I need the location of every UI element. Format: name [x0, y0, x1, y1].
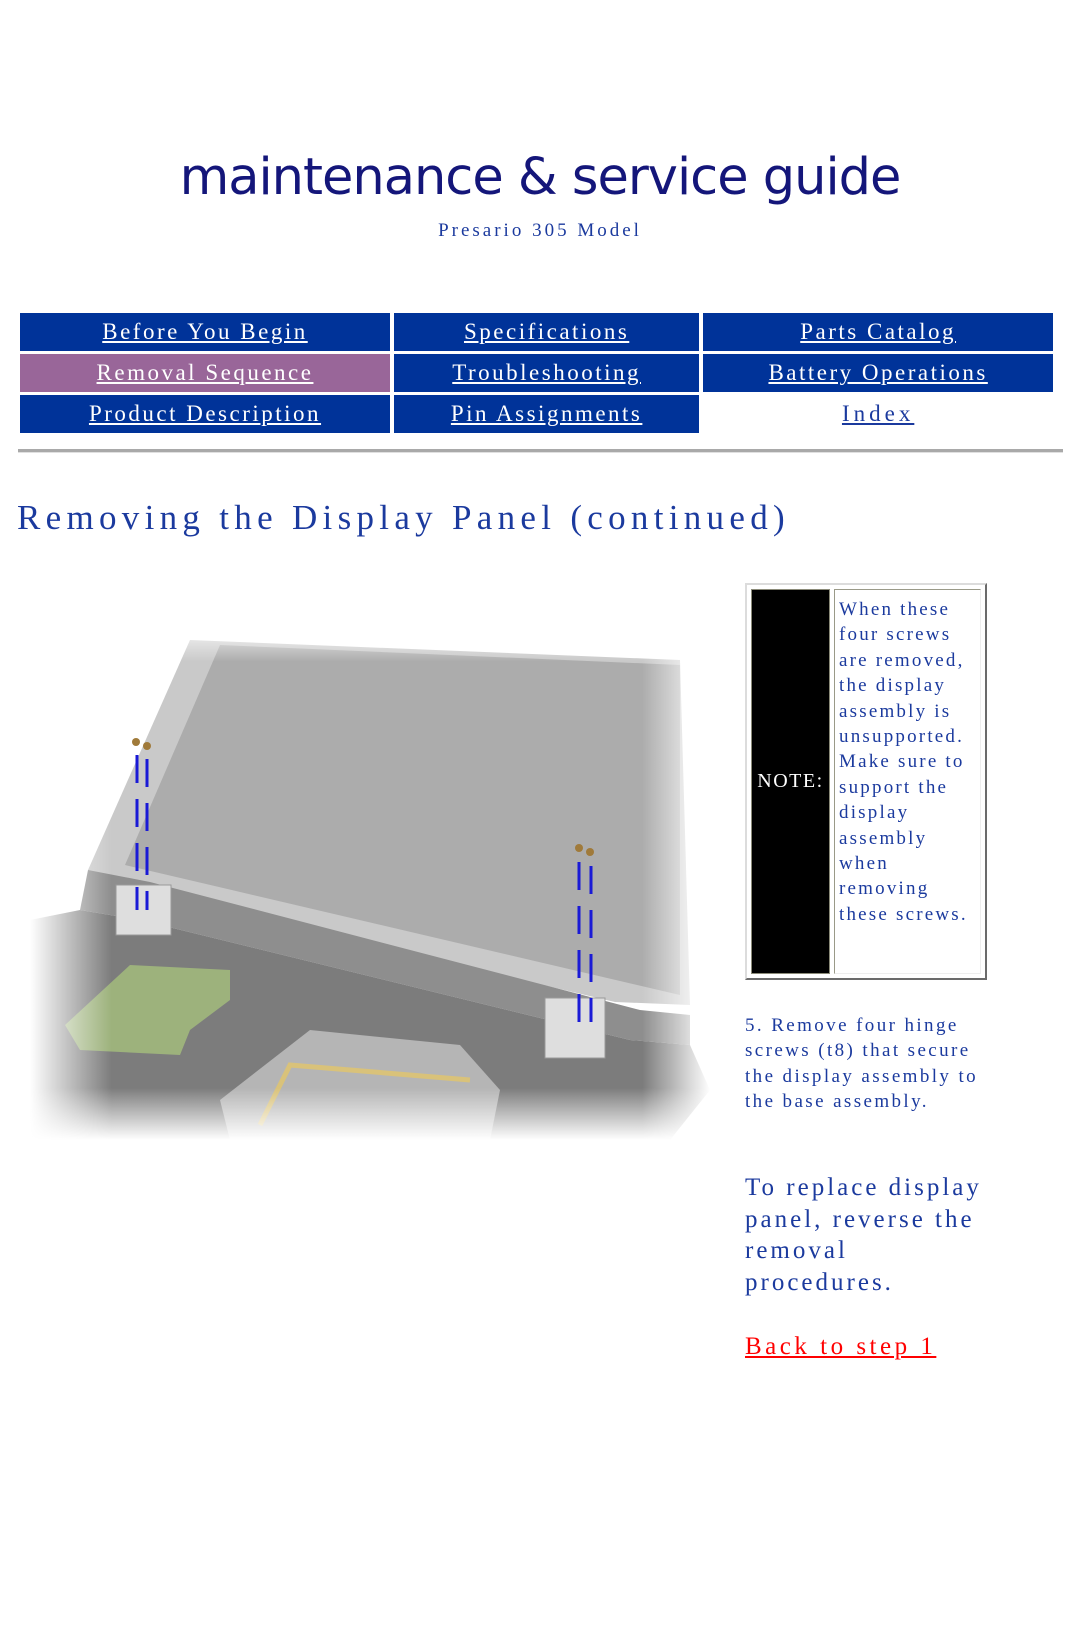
nav-table: Before You Begin Specifications Parts Ca…	[16, 310, 1057, 436]
nav-row: Product Description Pin Assignments Inde…	[20, 395, 1053, 433]
nav-link-troubleshooting[interactable]: Troubleshooting	[452, 360, 641, 385]
nav-link-index[interactable]: Index	[842, 401, 914, 426]
nav-link-battery-operations[interactable]: Battery Operations	[768, 360, 987, 385]
nav-cell: Troubleshooting	[394, 354, 700, 392]
horizontal-rule	[18, 449, 1063, 453]
nav-link-pin-assignments[interactable]: Pin Assignments	[451, 401, 643, 426]
nav-link-removal-sequence[interactable]: Removal Sequence	[97, 360, 314, 385]
note-label: NOTE:	[751, 589, 830, 974]
nav-cell: Pin Assignments	[394, 395, 700, 433]
nav-link-parts-catalog[interactable]: Parts Catalog	[800, 319, 956, 344]
nav-cell: Index	[703, 395, 1053, 433]
nav-link-before-you-begin[interactable]: Before You Begin	[102, 319, 307, 344]
nav-link-specifications[interactable]: Specifications	[464, 319, 629, 344]
nav-cell: Parts Catalog	[703, 313, 1053, 351]
nav-cell: Before You Begin	[20, 313, 390, 351]
nav-link-product-description[interactable]: Product Description	[89, 401, 321, 426]
back-to-step-link[interactable]: Back to step 1	[745, 1333, 936, 1361]
note-box: NOTE: When these four screws are removed…	[745, 583, 987, 980]
nav-row: Before You Begin Specifications Parts Ca…	[20, 313, 1053, 351]
replace-instruction: To replace display panel, reverse the re…	[745, 1174, 982, 1296]
note-text: When these four screws are removed, the …	[834, 589, 981, 974]
nav-row: Removal Sequence Troubleshooting Battery…	[20, 354, 1053, 392]
nav-cell: Specifications	[394, 313, 700, 351]
model-name: Presario 305 Model	[438, 220, 642, 241]
step-instruction: 5. Remove four hinge screws (t8) that se…	[745, 1015, 979, 1113]
nav-cell: Product Description	[20, 395, 390, 433]
nav-cell: Battery Operations	[703, 354, 1053, 392]
nav-cell-active: Removal Sequence	[20, 354, 390, 392]
guide-logo: maintenance & service guide	[179, 148, 902, 207]
display-assembly-illustration	[30, 620, 710, 1140]
page-title: Removing the Display Panel (continued)	[17, 498, 790, 537]
